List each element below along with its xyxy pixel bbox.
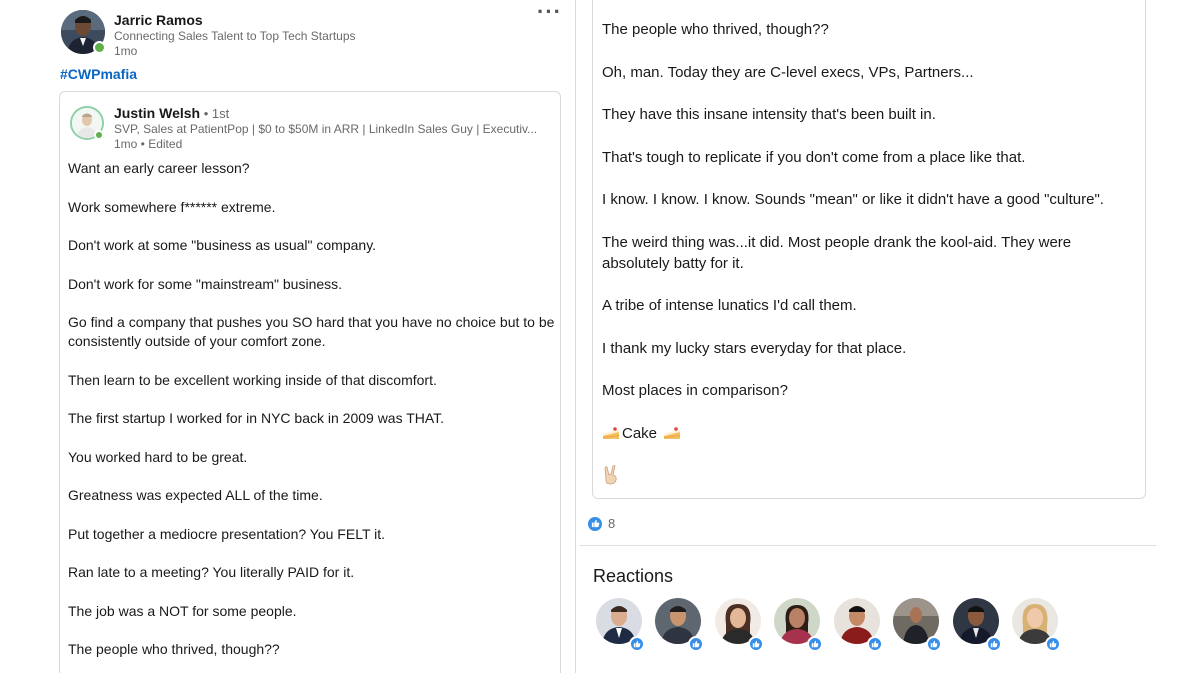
cake-icon bbox=[663, 425, 681, 441]
hashtag-link[interactable]: #CWPmafia bbox=[60, 66, 137, 82]
post-paragraph: Go find a company that pushes you SO har… bbox=[68, 314, 555, 349]
author-headline: Connecting Sales Talent to Top Tech Star… bbox=[114, 29, 356, 43]
post-time: 1mo bbox=[114, 44, 138, 58]
post-paragraph: Don't work for some "mainstream" busines… bbox=[68, 275, 343, 292]
left-panel: Jarric Ramos Connecting Sales Talent to … bbox=[0, 0, 575, 673]
cake-icon bbox=[602, 425, 620, 441]
shared-post-body: Want an early career lesson? Work somewhe… bbox=[68, 159, 558, 673]
victory-hand-icon bbox=[602, 465, 620, 485]
like-icon bbox=[629, 636, 645, 652]
right-panel: The people who thrived, though?? Oh, man.… bbox=[576, 0, 1200, 673]
post-paragraph: Want an early career lesson? bbox=[68, 160, 250, 176]
post-paragraph: Most places in comparison? bbox=[602, 382, 788, 399]
shared-author-headline: SVP, Sales at PatientPop | $0 to $50M in… bbox=[114, 122, 538, 136]
post-paragraph: That's tough to replicate if you don't c… bbox=[602, 148, 1026, 166]
like-icon bbox=[926, 636, 942, 652]
post-paragraph: The first startup I worked for in NYC ba… bbox=[68, 410, 445, 426]
like-icon bbox=[588, 516, 602, 531]
post-paragraph: Ran late to a meeting? You literally PAI… bbox=[68, 564, 355, 580]
post-paragraph: They have this insane intensity that's b… bbox=[602, 106, 936, 123]
post-paragraph: Don't work at some "business as usual" c… bbox=[68, 237, 377, 253]
cake-text: Cake bbox=[622, 424, 658, 442]
post-paragraph: Put together a mediocre presentation? Yo… bbox=[68, 525, 386, 542]
post-paragraph: The weird thing was...it did. Most peopl… bbox=[602, 233, 1072, 272]
reactions-title: Reactions bbox=[593, 566, 674, 586]
like-icon bbox=[1045, 636, 1061, 652]
post-paragraph: The job was a NOT for some people. bbox=[68, 602, 297, 619]
post-paragraph: Work somewhere f****** extreme. bbox=[68, 198, 276, 215]
more-options-icon[interactable]: ··· bbox=[537, 1, 562, 23]
post-paragraph: The people who thrived, though?? bbox=[602, 21, 829, 38]
shared-post-body-continued: The people who thrived, though?? Oh, man.… bbox=[602, 19, 1132, 513]
post-paragraph: The people who thrived, though?? bbox=[68, 641, 280, 657]
shared-post-card: Justin Welsh • 1st SVP, Sales at Patient… bbox=[59, 91, 561, 673]
online-status-icon bbox=[93, 41, 106, 54]
reaction-count-value: 8 bbox=[608, 516, 616, 531]
online-status-icon bbox=[94, 130, 104, 140]
post-paragraph: A tribe of intense lunatics I'd call the… bbox=[602, 297, 857, 314]
section-divider bbox=[580, 545, 1156, 546]
cake-line: Cake bbox=[602, 423, 1132, 444]
post-paragraph: Oh, man. Today they are C-level execs, V… bbox=[602, 63, 974, 81]
like-icon bbox=[867, 636, 883, 652]
author-name[interactable]: Jarric Ramos bbox=[114, 12, 203, 28]
post-author[interactable]: Jarric Ramos Connecting Sales Talent to … bbox=[61, 10, 561, 60]
like-icon bbox=[986, 636, 1002, 652]
shared-author-name[interactable]: Justin Welsh bbox=[114, 105, 200, 121]
like-icon bbox=[748, 636, 764, 652]
post-paragraph: I know. I know. I know. Sounds "mean" or… bbox=[602, 191, 1104, 208]
connection-degree: • 1st bbox=[200, 106, 230, 121]
shared-post-time: 1mo • Edited bbox=[114, 137, 183, 151]
post-paragraph: You worked hard to be great. bbox=[68, 448, 248, 465]
peace-line bbox=[602, 465, 1132, 491]
post-paragraph: Then learn to be excellent working insid… bbox=[68, 371, 437, 388]
reaction-count[interactable]: 8 bbox=[588, 516, 615, 531]
like-icon bbox=[688, 636, 704, 652]
shared-post-card-continued: The people who thrived, though?? Oh, man.… bbox=[592, 0, 1146, 499]
like-icon bbox=[807, 636, 823, 652]
shared-author-name-line[interactable]: Justin Welsh • 1st bbox=[114, 105, 229, 121]
post-paragraph: I thank my lucky stars everyday for that… bbox=[602, 339, 907, 357]
post-paragraph: Greatness was expected ALL of the time. bbox=[68, 487, 323, 503]
